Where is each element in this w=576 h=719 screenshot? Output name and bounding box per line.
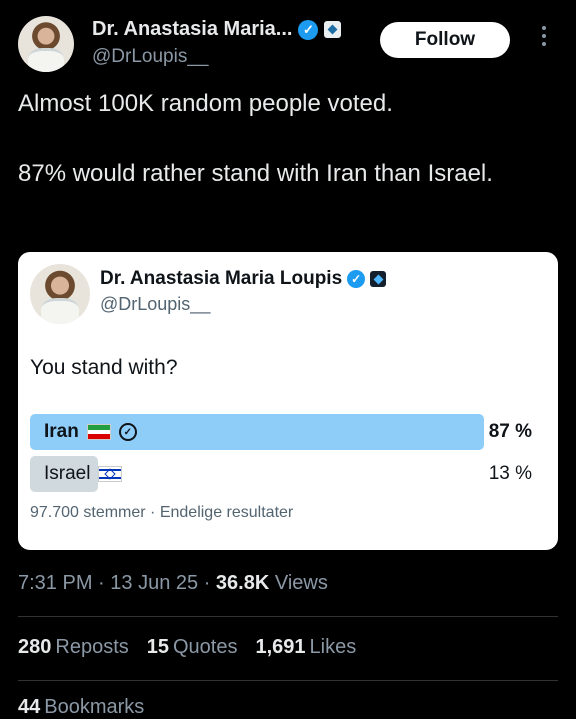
tweet-line-1: Almost 100K random people voted. (18, 90, 393, 117)
bookmarks-stat[interactable]: 44 Bookmarks (18, 696, 144, 719)
quoted-tweet[interactable]: Dr. Anastasia Maria Loupis ✓ @DrLoupis__… (18, 252, 558, 550)
affiliate-badge-icon[interactable] (370, 271, 387, 287)
poll-option-iran: Iran ✓ 87 % (30, 414, 546, 450)
more-options-icon[interactable] (542, 26, 546, 46)
poll-option-label: Iran (44, 421, 79, 442)
israel-flag-icon (98, 466, 123, 482)
quoted-author-avatar[interactable] (30, 264, 90, 324)
affiliate-badge-icon[interactable] (324, 21, 342, 38)
tweet-header: Dr. Anastasia Maria... ✓ @DrLoupis__ Fol… (18, 14, 562, 78)
author-avatar[interactable] (18, 16, 74, 72)
engagement-stats: 280 Reposts 15 Quotes 1,691 Likes (18, 636, 356, 659)
views-label: Views (274, 572, 328, 594)
poll-label-iran: Iran ✓ (44, 414, 137, 450)
poll-option-label: Israel (44, 463, 91, 484)
divider (18, 616, 558, 617)
tweet-time[interactable]: 7:31 PM (18, 572, 92, 594)
author-handle[interactable]: @DrLoupis__ (92, 46, 208, 68)
follow-button[interactable]: Follow (380, 22, 510, 58)
poll-option-israel: Israel 13 % (30, 456, 546, 492)
author-name-row: Dr. Anastasia Maria... ✓ (92, 18, 342, 41)
voted-check-icon: ✓ (118, 423, 137, 441)
poll-footer: 97.700 stemmer · Endelige resultater (30, 504, 294, 521)
quoted-author-handle[interactable]: @DrLoupis__ (100, 294, 210, 315)
quoted-author-name-row: Dr. Anastasia Maria Loupis ✓ (100, 268, 387, 290)
likes-stat[interactable]: 1,691 Likes (255, 636, 356, 659)
poll-percent-iran: 87 % (488, 421, 532, 442)
poll-percent-israel: 13 % (488, 463, 532, 484)
tweet-meta: 7:31 PM · 13 Jun 25 · 36.8K Views (18, 572, 328, 594)
author-name[interactable]: Dr. Anastasia Maria... (92, 18, 292, 41)
divider (18, 680, 558, 681)
verified-badge-icon[interactable]: ✓ (347, 270, 366, 288)
reposts-stat[interactable]: 280 Reposts (18, 636, 129, 659)
poll-label-israel: Israel (44, 456, 123, 492)
tweet-text: Almost 100K random people voted. 87% wou… (18, 86, 558, 191)
views-count[interactable]: 36.8K (216, 572, 269, 594)
iran-flag-icon (86, 424, 111, 440)
poll-question: You stand with? (30, 356, 178, 379)
tweet-line-2: 87% would rather stand with Iran than Is… (18, 160, 493, 187)
quotes-stat[interactable]: 15 Quotes (147, 636, 238, 659)
verified-badge-icon[interactable]: ✓ (298, 19, 319, 40)
quoted-author-name[interactable]: Dr. Anastasia Maria Loupis (100, 268, 342, 290)
tweet-date[interactable]: 13 Jun 25 (110, 572, 198, 594)
